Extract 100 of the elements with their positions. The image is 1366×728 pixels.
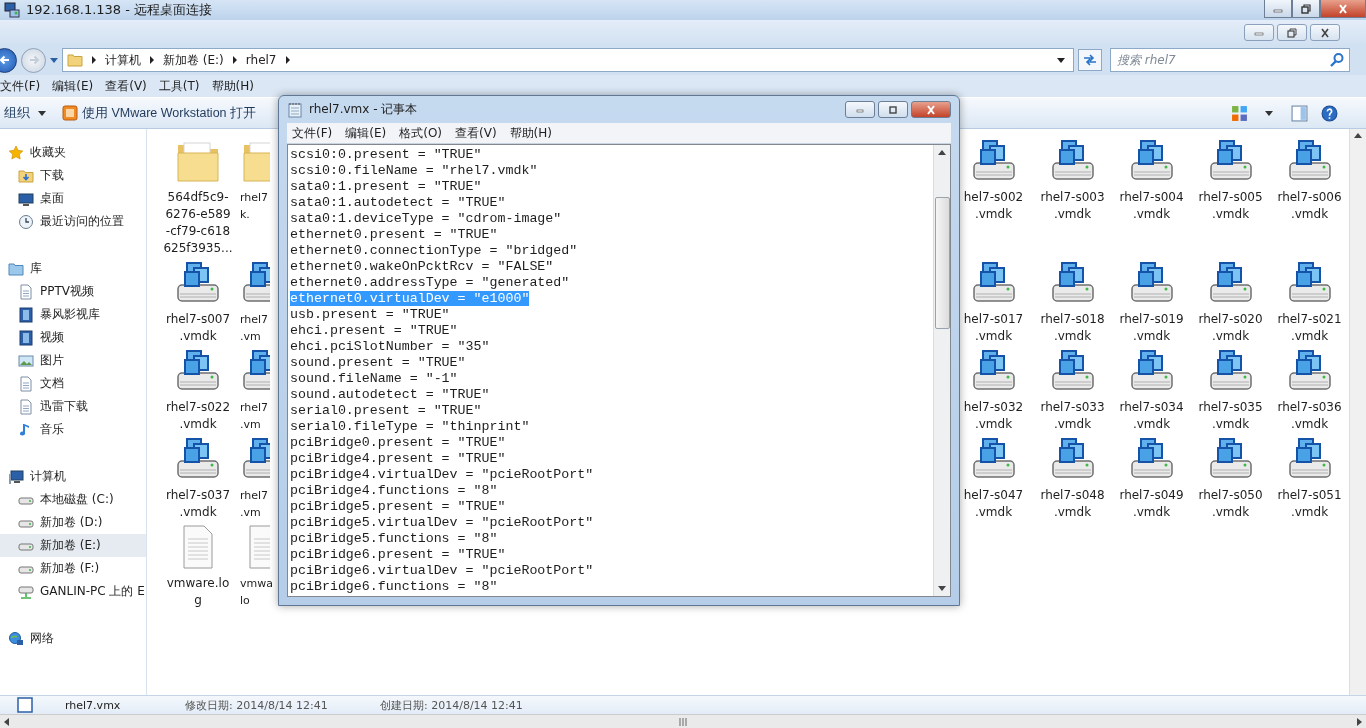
file-name[interactable]: 564df5c9- 6276-e589 -cf79-c618 625f3935... xyxy=(163,189,233,257)
file-name[interactable]: rhel7-s037 .vmdk xyxy=(165,487,231,521)
sidebar-item[interactable]: 网络 xyxy=(0,627,146,650)
menu-item[interactable]: 帮助(H) xyxy=(208,77,263,95)
file-name[interactable]: rhel7-s048 .vmdk xyxy=(1040,487,1105,521)
text-line: pciBridge6.present = "TRUE" xyxy=(290,547,506,562)
minimize-button[interactable] xyxy=(1244,24,1274,41)
menu-item[interactable]: 格式(O) xyxy=(394,124,451,142)
monitor-icon xyxy=(18,190,34,207)
menu-item[interactable]: 编辑(E) xyxy=(49,77,103,95)
menu-item[interactable]: 文件(F) xyxy=(287,124,341,142)
sidebar-item[interactable]: 文档 xyxy=(0,372,146,395)
file-name[interactable]: rhel7 .vm xyxy=(240,311,269,345)
sidebar-item[interactable]: PPTV视频 xyxy=(0,280,146,303)
file-name[interactable]: rhel7-s035 .vmdk xyxy=(1198,399,1263,433)
close-button[interactable] xyxy=(911,101,951,118)
document-icon xyxy=(18,375,34,392)
file-name[interactable]: rhel7-s006 .vmdk xyxy=(1277,189,1342,223)
sidebar-item[interactable]: 新加卷 (E:) xyxy=(0,534,146,557)
file-name[interactable]: rhel7-s022 .vmdk xyxy=(165,399,231,433)
file-name[interactable]: hel7-s017 .vmdk xyxy=(963,311,1024,345)
back-button[interactable] xyxy=(0,47,17,73)
sidebar-item[interactable]: GANLIN-PC 上的 E xyxy=(0,580,146,603)
clock-icon xyxy=(18,213,34,230)
restore-button[interactable] xyxy=(1292,0,1320,18)
file-name[interactable]: rhel7-s021 .vmdk xyxy=(1277,311,1342,345)
maximize-button[interactable] xyxy=(878,101,908,118)
sidebar-item[interactable]: 迅雷下载 xyxy=(0,395,146,418)
sidebar-item[interactable]: 计算机 xyxy=(0,465,146,488)
file-name[interactable]: vmware.lo g xyxy=(166,575,230,609)
refresh-button[interactable] xyxy=(1078,49,1102,71)
open-with-button[interactable]: 使用 VMware Workstation 打开 xyxy=(58,101,261,125)
help-button[interactable] xyxy=(1318,102,1340,124)
file-name[interactable]: rhel7-s033 .vmdk xyxy=(1040,399,1105,433)
scrollbar[interactable] xyxy=(1349,129,1366,695)
menu-item[interactable]: 帮助(H) xyxy=(504,124,560,142)
file-name[interactable]: rhel7-s050 .vmdk xyxy=(1198,487,1263,521)
chevron-icon xyxy=(284,56,291,64)
file-name[interactable]: rhel7-s007 .vmdk xyxy=(165,311,231,345)
file-name[interactable]: rhel7-s005 .vmdk xyxy=(1198,189,1263,223)
minimize-button[interactable] xyxy=(845,101,875,118)
organize-button[interactable]: 组织 xyxy=(0,101,50,125)
close-button[interactable] xyxy=(1320,0,1366,18)
file-name[interactable]: hel7-s047 .vmdk xyxy=(963,487,1024,521)
restore-button[interactable] xyxy=(1277,24,1307,41)
sidebar-item[interactable]: 视频 xyxy=(0,326,146,349)
close-button[interactable] xyxy=(1310,24,1340,41)
sidebar-item[interactable]: 新加卷 (F:) xyxy=(0,557,146,580)
search-icon xyxy=(1329,52,1345,68)
folder-icon xyxy=(18,167,34,184)
file-name[interactable]: rhel7-s019 .vmdk xyxy=(1119,311,1184,345)
file-name[interactable]: vmwa lo xyxy=(240,575,273,609)
file-name[interactable]: rhel7-s049 .vmdk xyxy=(1119,487,1184,521)
menu-item[interactable]: 工具(T) xyxy=(155,77,209,95)
address-bar[interactable]: 计算机 新加卷 (E:) rhel7 xyxy=(62,48,1074,72)
up-arrow-icon xyxy=(938,150,946,155)
app-icon xyxy=(62,105,78,121)
sidebar-item[interactable]: 图片 xyxy=(0,349,146,372)
sidebar-item[interactable]: 暴风影视库 xyxy=(0,303,146,326)
restore-icon xyxy=(1300,3,1312,14)
sidebar-item[interactable]: 新加卷 (D:) xyxy=(0,511,146,534)
menu-item[interactable]: 文件(F) xyxy=(0,77,50,95)
sidebar-item[interactable]: 本地磁盘 (C:) xyxy=(0,488,146,511)
file-name[interactable]: rhel7-s004 .vmdk xyxy=(1119,189,1184,223)
minimize-button[interactable] xyxy=(1264,0,1292,18)
file-name[interactable]: hel7-s032 .vmdk xyxy=(963,399,1024,433)
file-name[interactable]: rhel7-s034 .vmdk xyxy=(1119,399,1184,433)
sidebar-item[interactable]: 音乐 xyxy=(0,418,146,441)
menu-item[interactable]: 查看(V) xyxy=(450,124,505,142)
text-line: pciBridge6.virtualDev = "pcieRootPort" xyxy=(290,563,594,578)
file-name[interactable]: rhel7 .vm xyxy=(240,399,269,433)
scrollbar[interactable] xyxy=(933,145,950,596)
file-name[interactable]: rhel7 .vm xyxy=(240,487,269,521)
breadcrumb-item[interactable]: 计算机 xyxy=(105,51,141,69)
menu-item[interactable]: 查看(V) xyxy=(102,77,156,95)
scrollbar[interactable] xyxy=(0,714,1366,728)
file-name[interactable]: rhel7-s018 .vmdk xyxy=(1040,311,1105,345)
file-name[interactable]: rhel7-s051 .vmdk xyxy=(1277,487,1342,521)
scrollbar-thumb[interactable] xyxy=(934,197,950,329)
breadcrumb-item[interactable]: 新加卷 (E:) xyxy=(163,51,224,69)
text-line: ethernet0.addressType = "generated" xyxy=(290,275,570,290)
document-icon xyxy=(17,697,33,713)
sidebar-item[interactable]: 库 xyxy=(0,257,146,280)
text-line: serial0.present = "TRUE" xyxy=(290,403,482,418)
menu-item[interactable]: 编辑(E) xyxy=(340,124,395,142)
file-name[interactable]: hel7-s002 .vmdk xyxy=(963,189,1024,223)
text-line: sata0:1.deviceType = "cdrom-image" xyxy=(290,211,562,226)
notepad-icon xyxy=(287,101,303,118)
network-drive-icon xyxy=(18,583,34,600)
file-name[interactable]: rhel7-s003 .vmdk xyxy=(1040,189,1105,223)
file-name[interactable]: rhel7 k. xyxy=(240,189,269,223)
sidebar-item[interactable]: 桌面 xyxy=(0,187,146,210)
search-field[interactable]: 搜索 rhel7 xyxy=(1110,48,1350,72)
sidebar-item[interactable]: 下载 xyxy=(0,164,146,187)
remote-desktop-icon xyxy=(4,2,20,18)
sidebar-item[interactable]: 最近访问的位置 xyxy=(0,210,146,233)
sidebar-item[interactable]: 收藏夹 xyxy=(0,141,146,164)
breadcrumb-item[interactable]: rhel7 xyxy=(245,53,277,67)
file-name[interactable]: rhel7-s036 .vmdk xyxy=(1277,399,1342,433)
file-name[interactable]: rhel7-s020 .vmdk xyxy=(1198,311,1263,345)
